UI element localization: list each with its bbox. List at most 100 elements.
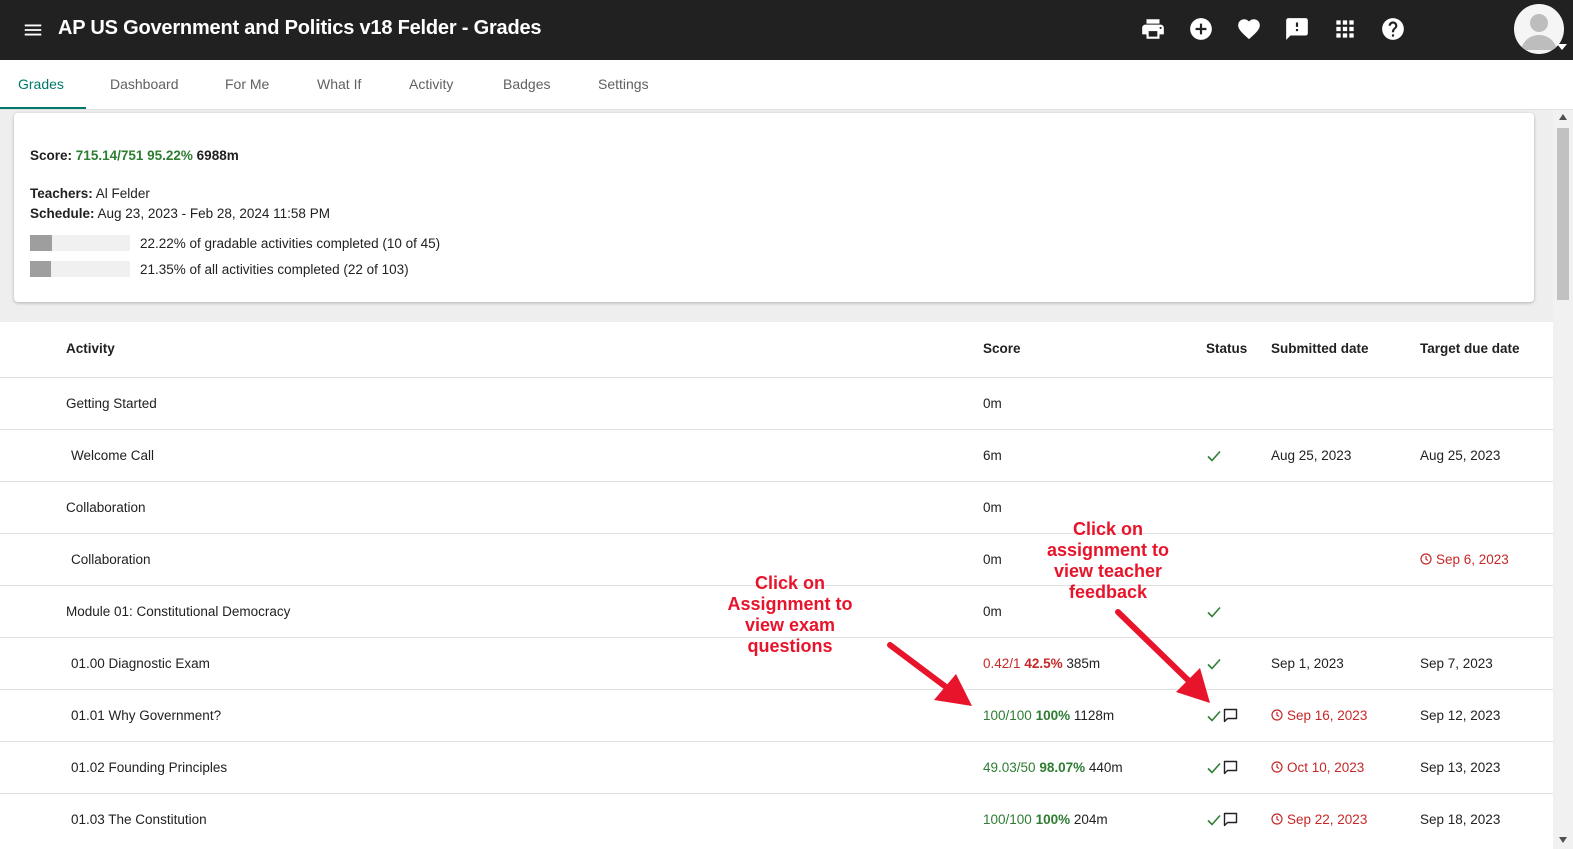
schedule-label: Schedule: [30,206,95,221]
score-time: 385m [1066,656,1101,671]
score-fraction: 100/100 [983,812,1032,827]
score-summary: Score: 715.14/751 95.22% 6988m [30,148,239,163]
tab-grades[interactable]: Grades [18,60,64,108]
scroll-thumb[interactable] [1557,128,1569,300]
check-icon [1207,606,1221,618]
help-icon[interactable] [1380,16,1406,42]
score-cell: 6m [983,448,1002,463]
check-icon [1207,450,1221,462]
score-time: 0m [983,604,1002,619]
check-icon [1207,814,1221,826]
header-target-due-date[interactable]: Target due date [1420,341,1520,356]
score-percent: 98.07% [1039,760,1086,775]
top-app-bar: AP US Government and Politics v18 Felder… [0,0,1573,60]
submitted-date: Sep 22, 2023 [1271,812,1367,827]
comment-icon[interactable] [1223,708,1238,723]
header-status[interactable]: Status [1206,341,1247,356]
tab-activity[interactable]: Activity [409,60,453,108]
scroll-up-arrow-icon[interactable] [1559,114,1567,120]
score-time: 440m [1088,760,1123,775]
activity-name[interactable]: 01.01 Why Government? [71,708,221,723]
score-fraction: 100/100 [983,708,1032,723]
submitted-date: Sep 16, 2023 [1271,708,1367,723]
clock-icon [1271,709,1283,721]
score-time: 1128m [1073,708,1115,723]
activity-name[interactable]: Welcome Call [71,448,154,463]
tab-bar: Grades Dashboard For Me What If Activity… [0,60,1573,110]
tab-for-me[interactable]: For Me [225,60,269,108]
target-due-date: Sep 7, 2023 [1420,656,1493,671]
header-score[interactable]: Score [983,341,1021,356]
header-activity[interactable]: Activity [66,341,115,356]
page-title: AP US Government and Politics v18 Felder… [58,17,542,39]
grade-summary-card: Score: 715.14/751 95.22% 6988m Teachers:… [14,113,1534,302]
target-due-date: Sep 12, 2023 [1420,708,1500,723]
tab-what-if[interactable]: What If [317,60,361,108]
table-row[interactable]: Welcome Call 6m Aug 25, 2023 Aug 25, 2023 [0,429,1553,481]
feedback-icon[interactable] [1284,16,1310,42]
comment-icon[interactable] [1223,760,1238,775]
apps-icon[interactable] [1332,16,1358,42]
menu-icon[interactable] [22,19,44,41]
score-percent: 42.5% [1024,656,1063,671]
submitted-date-text: Sep 22, 2023 [1287,812,1368,827]
gradable-progress-label: 22.22% of gradable activities completed … [140,236,441,251]
submitted-date-text: Sep 1, 2023 [1271,656,1344,671]
header-submitted-date[interactable]: Submitted date [1271,341,1369,356]
score-fraction: 49.03/50 [983,760,1036,775]
submitted-date-text: Aug 25, 2023 [1271,448,1352,463]
table-row[interactable]: Collaboration 0m [0,481,1553,533]
due-date-text: Sep 18, 2023 [1420,812,1501,827]
check-icon [1207,710,1221,722]
score-time: 0m [983,500,1002,515]
table-row[interactable]: 01.03 The Constitution 100/100 100% 204m S… [0,793,1553,845]
heart-icon[interactable] [1236,16,1262,42]
activity-name[interactable]: 01.00 Diagnostic Exam [71,656,210,671]
score-cell: 0m [983,396,1002,411]
scroll-down-arrow-icon[interactable] [1559,837,1567,843]
gradable-progress-fill [30,235,53,251]
comment-icon[interactable] [1223,812,1238,827]
teachers-label: Teachers: [30,186,93,201]
all-progress-bar [30,261,130,277]
score-time: 0m [983,552,1002,567]
add-circle-icon[interactable] [1188,16,1214,42]
print-icon[interactable] [1140,16,1166,42]
activity-name[interactable]: Collaboration [66,500,146,515]
activity-name[interactable]: Collaboration [71,552,151,567]
score-time: 6988m [196,148,239,163]
vertical-scrollbar[interactable] [1553,110,1573,849]
avatar-dropdown-caret-icon[interactable] [1557,44,1567,50]
table-row[interactable]: 01.02 Founding Principles 49.03/50 98.07%… [0,741,1553,793]
check-icon [1207,762,1221,774]
due-date-text: Aug 25, 2023 [1420,448,1501,463]
due-date-text: Sep 12, 2023 [1420,708,1501,723]
all-progress-fill [30,261,52,277]
annotation-teacher-feedback: Click on assignment to view teacher feed… [1046,519,1170,602]
table-row[interactable]: 01.01 Why Government? 100/100 100% 1128m S… [0,689,1553,741]
clock-icon [1271,813,1283,825]
schedule-line: Schedule: Aug 23, 2023 - Feb 28, 2024 11… [30,206,330,221]
tab-dashboard[interactable]: Dashboard [110,60,179,108]
activity-name[interactable]: Module 01: Constitutional Democracy [66,604,290,619]
target-due-date: Aug 25, 2023 [1420,448,1500,463]
tab-settings[interactable]: Settings [598,60,649,108]
score-fraction: 0.42/1 [983,656,1021,671]
table-row[interactable]: Getting Started 0m [0,377,1553,429]
all-progress-label: 21.35% of all activities completed (22 o… [140,262,409,277]
tab-badges[interactable]: Badges [503,60,550,108]
activity-name[interactable]: Getting Started [66,396,157,411]
score-value: 715.14/751 95.22% [75,148,193,163]
activity-name[interactable]: 01.02 Founding Principles [71,760,227,775]
due-date-text: Sep 6, 2023 [1436,552,1509,567]
score-cell: 0m [983,604,1002,619]
score-percent: 100% [1035,708,1071,723]
score-time: 0m [983,396,1002,411]
submitted-date: Oct 10, 2023 [1271,760,1364,775]
activity-name[interactable]: 01.03 The Constitution [71,812,207,827]
score-time: 6m [983,448,1002,463]
score-time: 204m [1073,812,1108,827]
score-cell: 49.03/50 98.07% 440m [983,760,1123,775]
annotation-exam-questions: Click on Assignment to view exam questio… [727,573,853,656]
submitted-date: Sep 1, 2023 [1271,656,1344,671]
